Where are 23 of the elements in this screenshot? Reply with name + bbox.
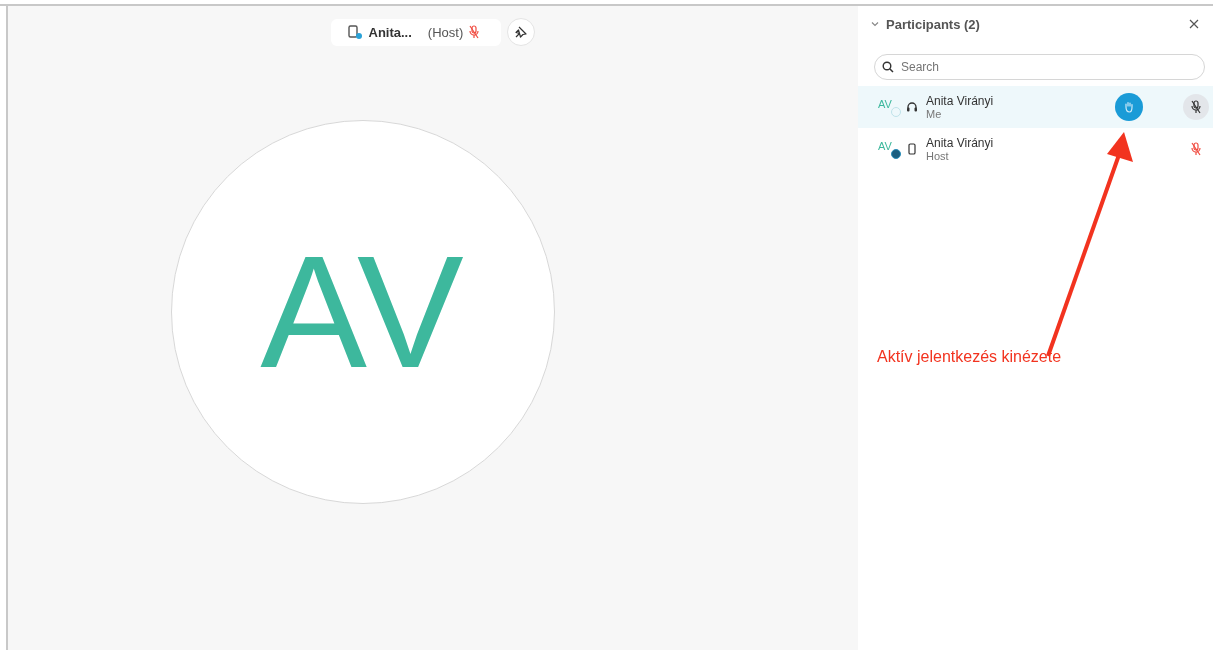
close-icon[interactable]	[1189, 19, 1199, 29]
participant-role: (Host)	[427, 24, 464, 40]
participant-name: Anita Virányi	[926, 136, 995, 150]
device-share-icon	[346, 24, 363, 40]
participant-name: Anita...	[368, 24, 412, 40]
participant-role: Host	[926, 150, 950, 162]
pin-icon	[513, 25, 528, 39]
muted-mic-icon	[1191, 142, 1201, 156]
annotation-text: Aktív jelentkezés kinézete	[877, 348, 1062, 365]
participant-role: Me	[926, 108, 943, 120]
pin-button[interactable]	[506, 18, 535, 46]
headset-icon	[906, 101, 918, 113]
avatar-initials: AV	[260, 221, 466, 403]
search-field[interactable]: Search	[874, 54, 1205, 80]
participant-name: Anita Virányi	[926, 94, 995, 108]
hand-icon	[1124, 101, 1134, 113]
participant-row[interactable]: AV Anita Virányi Me	[858, 86, 1213, 128]
chevron-icon[interactable]	[870, 19, 880, 29]
raised-hand-button[interactable]	[1115, 93, 1143, 121]
muted-mic-icon	[1191, 100, 1201, 114]
panel-title: Participants (2)	[886, 16, 981, 32]
muted-mic-button[interactable]	[1183, 94, 1209, 120]
phone-icon	[906, 143, 918, 155]
